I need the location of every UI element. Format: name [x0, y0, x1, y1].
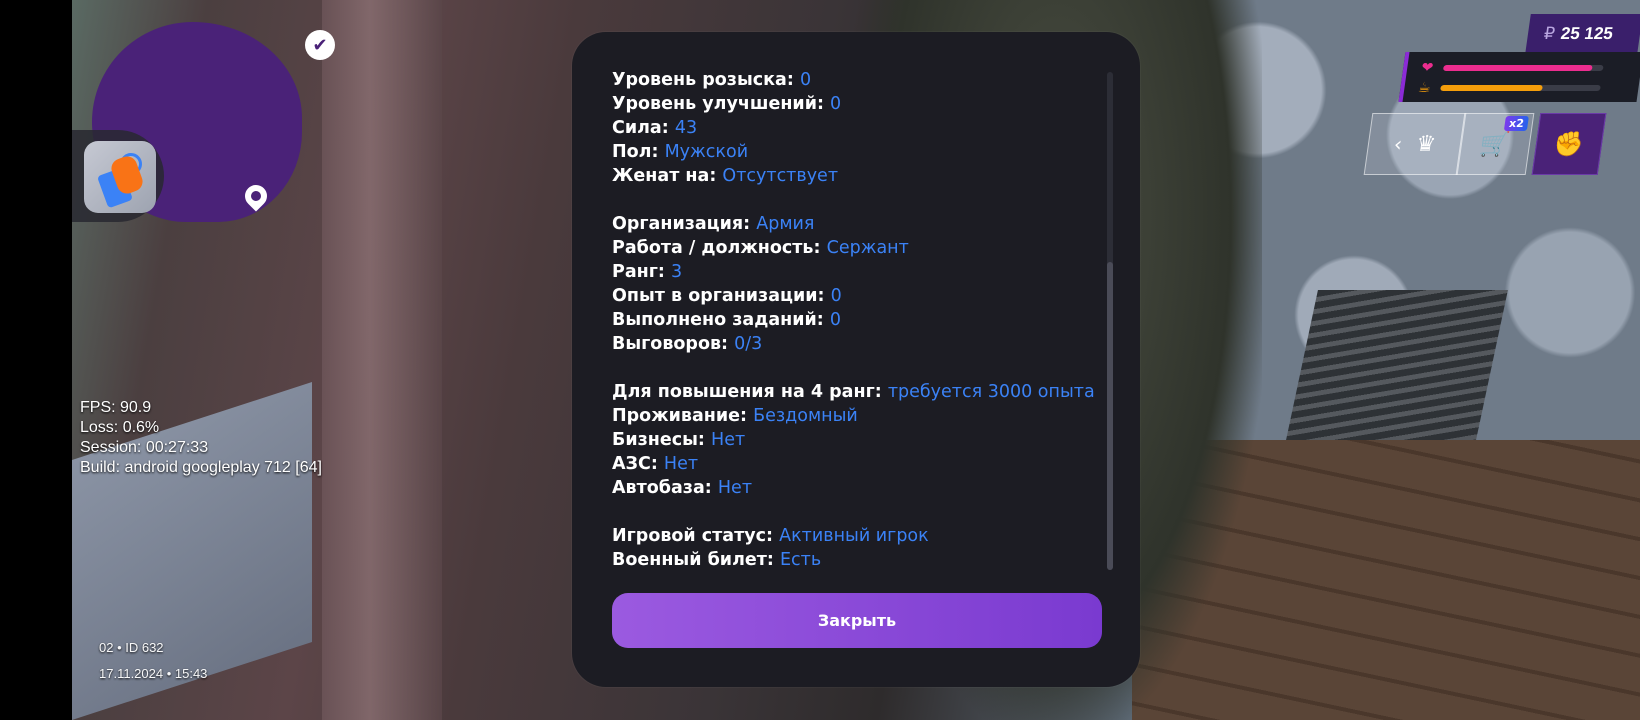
- donate-menu-button[interactable]: ‹ ♛: [1363, 113, 1467, 175]
- stat-label: Организация:: [612, 214, 751, 234]
- stat-value: Активный игрок: [779, 526, 929, 546]
- stat-label: Сила:: [612, 118, 669, 138]
- stat-value: Есть: [780, 550, 822, 570]
- health-row: ❤: [1418, 60, 1604, 76]
- loss-text: Loss: 0.6%: [80, 419, 160, 436]
- close-button[interactable]: Закрыть: [612, 593, 1102, 648]
- stat-value: Бездомный: [753, 406, 858, 426]
- scrollbar-thumb[interactable]: [1107, 262, 1113, 570]
- stat-row-businesses: Бизнесы: Нет: [612, 428, 1102, 452]
- stat-row-gender: Пол: Мужской: [612, 140, 1102, 164]
- health-fill: [1442, 65, 1593, 71]
- stat-label: Выговоров:: [612, 334, 729, 354]
- stat-value: требуется 3000 опыта: [887, 382, 1095, 402]
- stat-row-job: Работа / должность: Сержант: [612, 236, 1102, 260]
- door-frame: [322, 0, 442, 720]
- stat-value: Мужской: [664, 142, 749, 162]
- dialog-scrollbar[interactable]: [1107, 72, 1113, 570]
- stat-row-residence: Проживание: Бездомный: [612, 404, 1102, 428]
- stat-value: 3: [670, 262, 683, 282]
- touch-app-icon[interactable]: [84, 141, 156, 213]
- stat-value: 0: [829, 310, 842, 330]
- stat-row-organization: Организация: Армия: [612, 212, 1102, 236]
- stat-row-rank: Ранг: 3: [612, 260, 1102, 284]
- hunger-fill: [1440, 85, 1544, 91]
- wall-vent: [1286, 290, 1508, 440]
- stat-value: 43: [674, 118, 698, 138]
- check-badge-icon[interactable]: ✔: [305, 30, 335, 60]
- stat-row-autobase: Автобаза: Нет: [612, 476, 1102, 500]
- stat-label: Бизнесы:: [612, 430, 705, 450]
- stat-label: Военный билет:: [612, 550, 774, 570]
- stat-value: Армия: [756, 214, 815, 234]
- stat-value: Нет: [663, 454, 699, 474]
- ruble-icon: ₽: [1542, 24, 1557, 43]
- hunger-bar: [1440, 85, 1601, 91]
- fps-text: FPS: 90.9: [80, 399, 152, 416]
- stat-row-promotion: Для повышения на 4 ранг: требуется 3000 …: [612, 380, 1102, 404]
- heart-icon: ❤: [1420, 60, 1435, 76]
- stat-row-warnings: Выговоров: 0/3: [612, 332, 1102, 356]
- stat-label: Пол:: [612, 142, 659, 162]
- cup-icon: ☕: [1417, 80, 1432, 96]
- weapon-fist-button[interactable]: ✊: [1531, 113, 1607, 175]
- stat-value: 0: [830, 286, 842, 306]
- stat-row-married: Женат на: Отсутствует: [612, 164, 1102, 188]
- stat-value: Нет: [717, 478, 753, 498]
- stat-label: Автобаза:: [612, 478, 712, 498]
- stat-value: Нет: [711, 430, 746, 450]
- stat-row-wanted: Уровень розыска: 0: [612, 68, 1102, 92]
- stat-row-tasks: Выполнено заданий: 0: [612, 308, 1102, 332]
- debug-overlay: FPS: 90.9 Loss: 0.6% Session: 00:27:33 B…: [80, 398, 322, 478]
- stat-row-org-exp: Опыт в организации: 0: [612, 284, 1102, 308]
- stat-value: 0: [799, 70, 812, 90]
- stat-value: Сержант: [826, 238, 909, 258]
- stat-value: 0/3: [734, 334, 763, 354]
- stat-label: Игровой статус:: [612, 526, 774, 546]
- player-stats-dialog: Уровень розыска: 0 Уровень улучшений: 0 …: [572, 32, 1140, 687]
- datetime-text: 17.11.2024 • 15:43: [99, 666, 208, 681]
- stat-value: 0: [830, 94, 842, 114]
- stat-label: Для повышения на 4 ранг:: [612, 382, 882, 402]
- stat-label: Работа / должность:: [612, 238, 821, 258]
- stat-value: Отсутствует: [722, 166, 839, 186]
- money-counter: ₽ 25 125: [1525, 14, 1640, 54]
- stat-row-upgrades: Уровень улучшений: 0: [612, 92, 1102, 116]
- x2-badge: x2: [1504, 116, 1529, 131]
- stat-label: Уровень розыска:: [612, 70, 794, 90]
- build-text: Build: android googleplay 712 [64]: [80, 459, 322, 476]
- shop-button[interactable]: 🛒 x2: [1455, 113, 1535, 175]
- player-stats: ❤ ☕: [1398, 52, 1640, 102]
- session-text: Session: 00:27:33: [80, 439, 209, 456]
- health-bar: [1442, 65, 1604, 71]
- stats-list: Уровень розыска: 0 Уровень улучшений: 0 …: [612, 68, 1102, 572]
- server-id-text: 02 • ID 632: [99, 640, 164, 655]
- stat-label: Уровень улучшений:: [612, 94, 824, 114]
- stat-row-game-status: Игровой статус: Активный игрок: [612, 524, 1102, 548]
- hunger-row: ☕: [1415, 80, 1601, 96]
- stat-label: Опыт в организации:: [612, 286, 825, 306]
- stat-label: Выполнено заданий:: [612, 310, 824, 330]
- crown-icon: ♛: [1414, 131, 1438, 157]
- stat-label: Женат на:: [612, 166, 717, 186]
- stat-row-gas-station: АЗС: Нет: [612, 452, 1102, 476]
- money-value: 25 125: [1559, 24, 1615, 43]
- cart-icon: 🛒: [1478, 130, 1512, 158]
- fist-icon: ✊: [1552, 130, 1586, 158]
- stat-label: АЗС:: [612, 454, 658, 474]
- stat-row-military-id: Военный билет: Есть: [612, 548, 1102, 572]
- stat-label: Проживание:: [612, 406, 747, 426]
- stat-row-strength: Сила: 43: [612, 116, 1102, 140]
- stat-label: Ранг:: [612, 262, 665, 282]
- chevron-left-icon: ‹: [1392, 132, 1404, 156]
